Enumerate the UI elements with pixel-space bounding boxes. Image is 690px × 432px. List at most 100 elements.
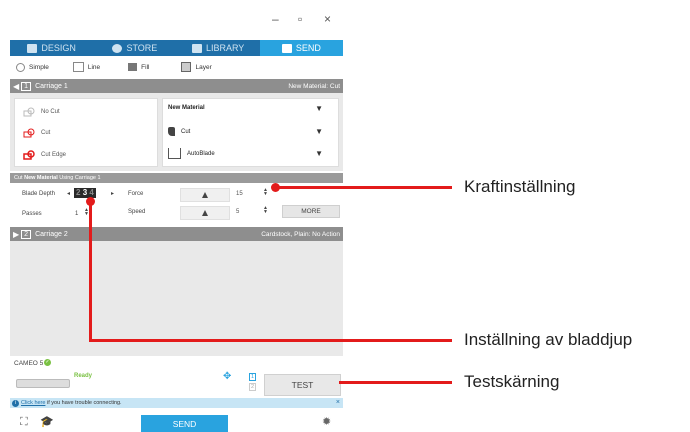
- blade-depth-value-current: 3: [82, 188, 88, 197]
- tab-store-label: STORE: [126, 43, 158, 53]
- carriage-1-header[interactable]: ◀ 1 Carriage 1 New Material: Cut: [10, 79, 343, 93]
- origin-slot-2[interactable]: 2: [249, 383, 257, 391]
- tab-design-label: DESIGN: [41, 43, 76, 53]
- blade-depth-label: Blade Depth: [22, 191, 56, 197]
- tool-select-value: AutoBlade: [187, 150, 215, 157]
- tab-send[interactable]: SEND: [259, 40, 343, 56]
- mode-line[interactable]: Line: [72, 62, 100, 72]
- gear-icon[interactable]: ✹: [322, 415, 331, 428]
- ready-status: Ready: [74, 373, 93, 379]
- mode-layer[interactable]: Layer: [181, 62, 212, 72]
- cut-using-carriage-bar: Cut New Material Using Carriage 1: [10, 173, 343, 183]
- force-value[interactable]: 15: [236, 191, 243, 197]
- cut-settings-panel: Blade Depth ◂ 2 3 4 ▸ Force 15 ▲▼ ⌐▭ Pas…: [10, 184, 343, 224]
- expand-triangle-icon: ▶: [13, 229, 20, 239]
- carriage-1-panel: No Cut Cut Cut Edge New Material ▼ Cut ▼: [10, 93, 343, 171]
- material-select-value: New Material: [168, 105, 205, 111]
- tab-store[interactable]: STORE: [93, 40, 176, 56]
- cut-edge-icon: [23, 150, 35, 160]
- carriage-2-label: Carriage 2: [35, 230, 68, 238]
- action-select[interactable]: Cut ▼: [168, 127, 323, 136]
- force-slider[interactable]: [180, 188, 230, 202]
- blade-callout-vertical-line: [89, 200, 92, 341]
- carriage-1-summary: New Material: Cut: [288, 82, 340, 90]
- cut-bar-suffix: Using Carriage 1: [59, 175, 101, 181]
- cut-bar-material: New Material: [24, 175, 58, 181]
- slider-thumb[interactable]: [202, 192, 208, 198]
- option-cut-edge[interactable]: Cut Edge: [23, 150, 66, 160]
- grid-icon: [27, 43, 38, 53]
- passes-value[interactable]: 1: [75, 211, 78, 217]
- silhouette-studio-window: – ▫ × DESIGN STORE LIBRARY SEND Simple L…: [10, 0, 343, 432]
- speed-spinner[interactable]: ▲ ▼: [263, 206, 268, 215]
- library-icon: [191, 43, 202, 53]
- carriage-1-number: 1: [21, 81, 32, 91]
- info-close-button[interactable]: ×: [336, 398, 340, 408]
- send-button[interactable]: SEND: [141, 415, 228, 432]
- minimize-button[interactable]: –: [272, 12, 279, 26]
- tool-select[interactable]: AutoBlade ▼: [168, 148, 323, 159]
- material-settings-box: New Material ▼ Cut ▼ AutoBlade ▼: [162, 98, 339, 167]
- connection-info-bar: i Click here if you have trouble connecti…: [10, 398, 343, 408]
- collapse-triangle-icon: ◀: [13, 81, 20, 91]
- test-callout-label: Testskärning: [464, 372, 560, 391]
- cutter-machine-icon: [16, 379, 70, 388]
- option-cut-edge-label: Cut Edge: [41, 152, 67, 158]
- mode-fill[interactable]: Fill: [128, 63, 149, 71]
- speed-label: Speed: [128, 209, 146, 215]
- force-callout-label: Kraftinställning: [464, 177, 576, 196]
- slider-thumb[interactable]: [202, 210, 208, 216]
- force-spinner[interactable]: ▲ ▼: [263, 188, 268, 197]
- mode-fill-label: Fill: [141, 63, 150, 71]
- cut-icon: [23, 128, 35, 138]
- click-here-link[interactable]: Click here: [21, 400, 45, 406]
- force-label: Force: [128, 191, 144, 197]
- option-no-cut[interactable]: No Cut: [23, 107, 60, 117]
- machine-settings-icon[interactable]: ⛶: [20, 416, 28, 429]
- tab-send-label: SEND: [295, 43, 321, 53]
- tab-library[interactable]: LIBRARY: [177, 40, 260, 56]
- decrement-arrow-icon[interactable]: ◂: [67, 190, 70, 197]
- carriage-2-header[interactable]: ▶ 2 Carriage 2 Cardstock, Plain: No Acti…: [10, 227, 343, 241]
- more-button[interactable]: MORE: [282, 205, 340, 218]
- cut-bar-prefix: Cut: [14, 175, 23, 181]
- material-select[interactable]: New Material ▼: [168, 103, 323, 113]
- mode-simple-label: Simple: [29, 63, 49, 71]
- line-icon: [72, 62, 84, 72]
- send-mode-bar: Simple Line Fill Layer: [10, 58, 343, 76]
- layer-icon: [181, 62, 192, 72]
- carriage-1-label: Carriage 1: [35, 82, 68, 90]
- mode-simple[interactable]: Simple: [16, 62, 49, 72]
- info-icon: i: [12, 400, 19, 407]
- speed-slider[interactable]: [180, 206, 230, 220]
- blade-icon: [168, 127, 175, 136]
- test-button[interactable]: TEST: [264, 374, 341, 396]
- tab-library-label: LIBRARY: [205, 43, 245, 53]
- tab-design[interactable]: DESIGN: [10, 40, 93, 56]
- close-button[interactable]: ×: [324, 12, 331, 26]
- dropdown-arrow-icon: ▼: [315, 103, 323, 113]
- no-cut-icon: [23, 107, 35, 117]
- maximize-button[interactable]: ▫: [298, 12, 302, 26]
- blade-depth-value-prev: 2: [76, 188, 81, 197]
- device-name: CAMEO 5: [14, 360, 44, 367]
- main-tab-bar: DESIGN STORE LIBRARY SEND: [10, 40, 343, 56]
- mode-layer-label: Layer: [195, 63, 212, 71]
- action-select-value: Cut: [181, 128, 191, 135]
- blade-depth-value-next: 4: [89, 188, 94, 197]
- move-arrows-icon[interactable]: ✥: [223, 371, 231, 382]
- option-cut[interactable]: Cut: [23, 128, 50, 138]
- origin-slot-1[interactable]: 1: [249, 373, 257, 381]
- option-cut-label: Cut: [41, 130, 51, 136]
- force-callout-line: [276, 186, 452, 189]
- carriage-2-summary: Cardstock, Plain: No Action: [261, 230, 340, 238]
- increment-arrow-icon[interactable]: ▸: [111, 190, 114, 197]
- carriage-2-number: 2: [21, 229, 32, 239]
- store-icon: [112, 43, 123, 53]
- tutorial-hat-icon[interactable]: 🎓: [40, 415, 54, 428]
- passes-label: Passes: [22, 211, 42, 217]
- speed-value[interactable]: 5: [236, 209, 239, 215]
- fill-icon: [128, 63, 138, 71]
- option-no-cut-label: No Cut: [41, 109, 60, 115]
- check-icon: ✓: [44, 359, 51, 366]
